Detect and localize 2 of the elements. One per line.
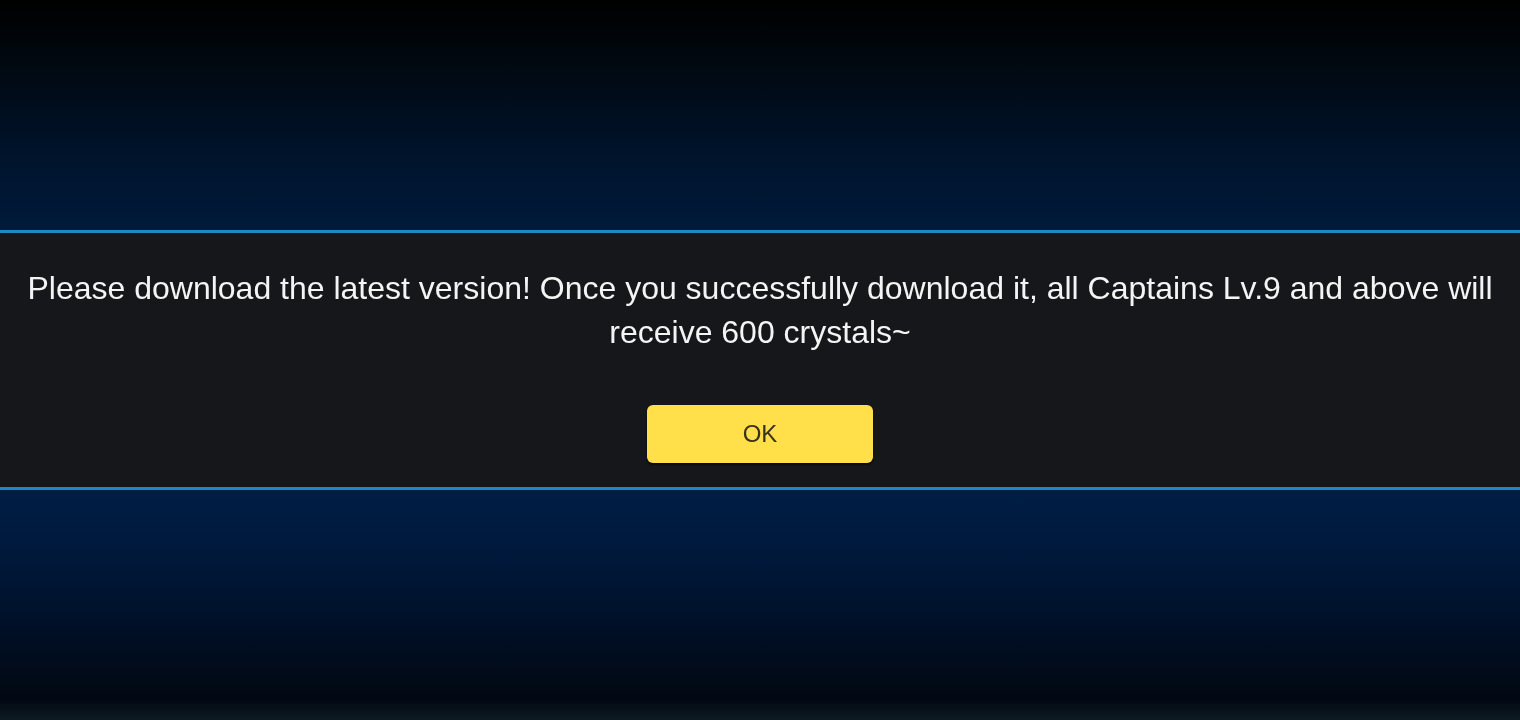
ok-button[interactable]: OK <box>647 405 873 463</box>
dialog-message: Please download the latest version! Once you successfully download it, all Captains Lv.9 and above will receive 600 crystals~ <box>26 269 1494 352</box>
